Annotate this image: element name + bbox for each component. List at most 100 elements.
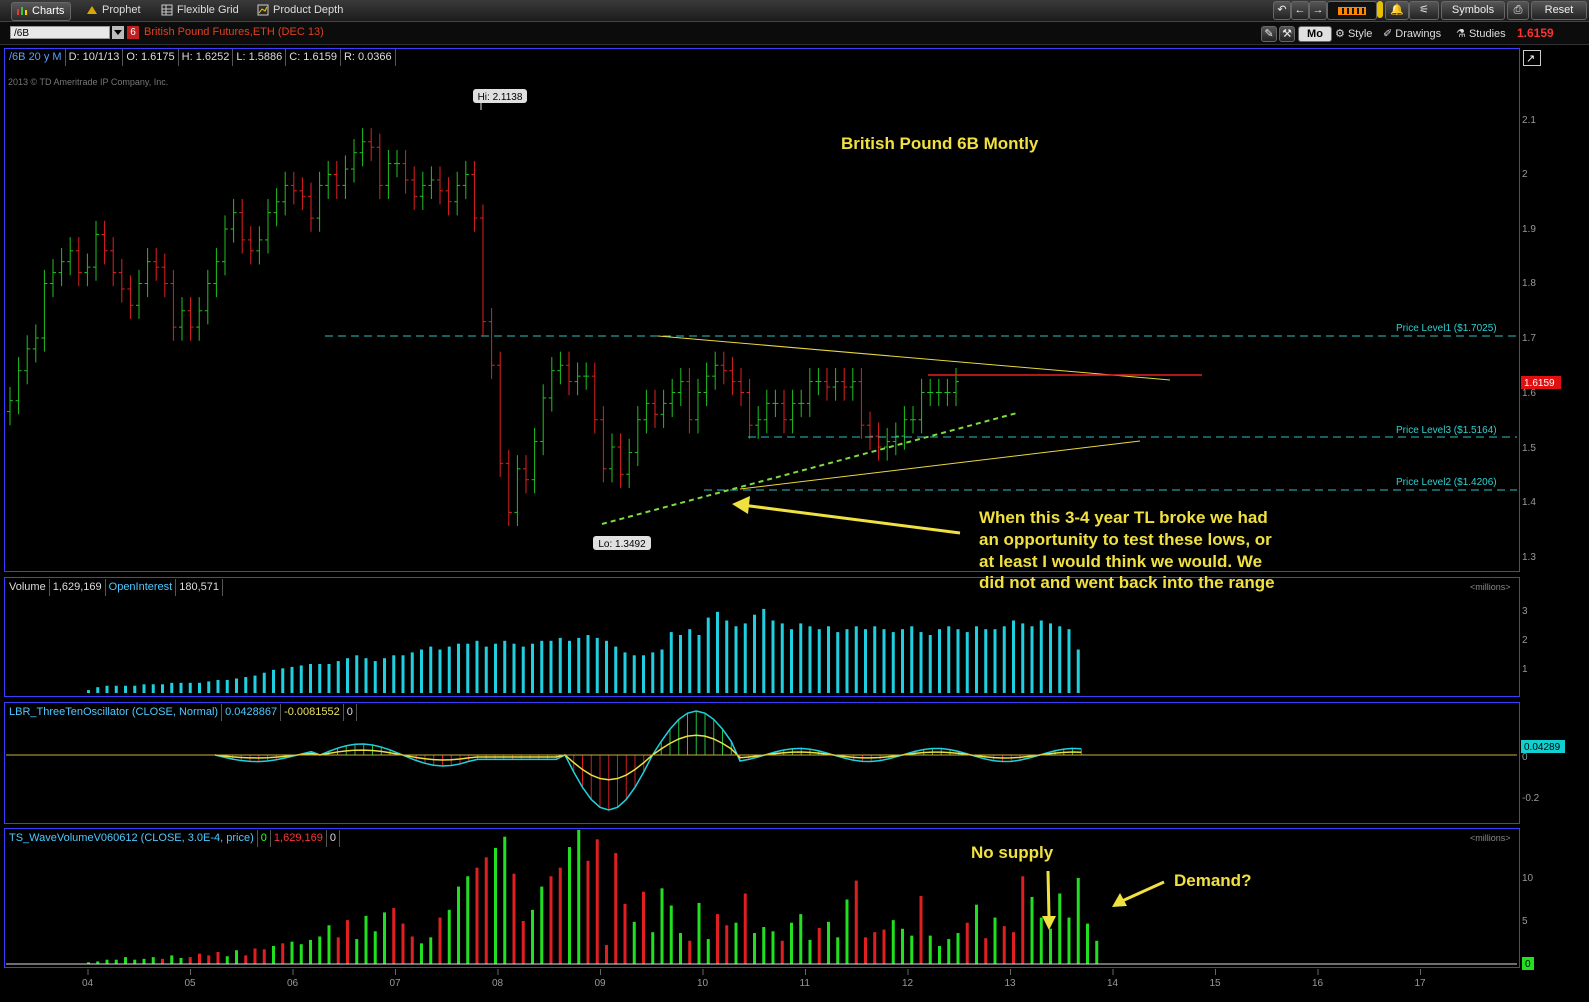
time-tick-label: 09 — [595, 978, 607, 989]
time-tick-label: 04 — [82, 978, 94, 989]
product-depth-icon — [257, 4, 269, 16]
time-tick-label: 08 — [492, 978, 504, 989]
alert-button[interactable]: 🔔 — [1385, 1, 1409, 20]
volume-units: <millions> — [1470, 582, 1511, 592]
time-tick-label: 11 — [800, 978, 811, 989]
reset-button[interactable]: Reset — [1531, 1, 1587, 20]
time-tick-label: 16 — [1312, 978, 1324, 989]
link-group-badge[interactable]: 6 — [127, 26, 139, 39]
wave-tick: 5 — [1522, 916, 1528, 927]
undo-icon: ↶ — [1277, 4, 1287, 16]
wave-tick: 10 — [1522, 873, 1534, 884]
wrench-icon: ⚒ — [1282, 28, 1292, 40]
price-header-high: H: 1.6252 — [179, 49, 234, 66]
drawings-menu[interactable]: ✐ Drawings — [1383, 27, 1441, 40]
time-tick-label: 07 — [390, 978, 402, 989]
wrench-icon: ⚟ — [1419, 4, 1429, 16]
volume-value: 1,629,169 — [50, 579, 106, 596]
style-label: Style — [1347, 28, 1373, 40]
symbol-input[interactable]: /6B — [10, 26, 110, 39]
symbol-description: British Pound Futures,ETH (DEC 13) — [144, 26, 324, 38]
reset-label: Reset — [1544, 4, 1574, 16]
open-interest-value: 180,571 — [176, 579, 223, 596]
flask-icon: ⚗ — [1456, 28, 1466, 40]
wave-units: <millions> — [1470, 833, 1511, 843]
tools-button[interactable]: ⚟ — [1409, 1, 1439, 20]
wave-panel-header: TS_WaveVolumeV060612 (CLOSE, 3.0E-4, pri… — [6, 830, 340, 847]
price-tick: 2.1 — [1522, 115, 1536, 126]
tab-charts[interactable]: Charts — [11, 2, 72, 21]
wave-volume-panel[interactable] — [4, 828, 1520, 968]
draw-tool-button[interactable]: ✎ — [1261, 26, 1277, 42]
price-panel[interactable] — [4, 48, 1520, 572]
oscillator-value-2: -0.0081552 — [281, 704, 344, 721]
open-interest-label: OpenInterest — [106, 579, 177, 596]
pen-icon: ✐ — [1383, 28, 1393, 40]
oscillator-last-tag — [1521, 740, 1565, 753]
layout-dropdown[interactable] — [1377, 1, 1383, 18]
wave-value-2: 1,629,169 — [271, 830, 327, 847]
volume-tick: 1 — [1522, 664, 1528, 675]
symbol-bar: /6B 6 British Pound Futures,ETH (DEC 13)… — [0, 22, 1589, 45]
wave-zero-tag — [1522, 957, 1534, 970]
time-tick-label: 14 — [1107, 978, 1119, 989]
main-toolbar: Charts Prophet Flexible Grid Product Dep… — [0, 0, 1589, 22]
time-tick-label: 05 — [185, 978, 197, 989]
tab-flexible-grid-label: Flexible Grid — [177, 4, 239, 16]
volume-label: Volume — [6, 579, 50, 596]
tab-product-depth-label: Product Depth — [273, 4, 344, 16]
price-tick: 1.8 — [1522, 278, 1536, 289]
aggregation-button[interactable]: Mo — [1298, 26, 1332, 42]
symbols-button[interactable]: Symbols — [1441, 1, 1505, 20]
arrow-right-icon: → — [1312, 4, 1324, 16]
oscillator-label: LBR_ThreeTenOscillator (CLOSE, Normal) — [6, 704, 223, 721]
tab-charts-label: Charts — [32, 5, 65, 17]
price-tick: 1.5 — [1522, 443, 1536, 454]
tab-flexible-grid[interactable]: Flexible Grid — [157, 2, 245, 19]
printer-icon: ⎙ — [1513, 4, 1523, 16]
undo-button[interactable]: ↶ — [1273, 1, 1291, 20]
tab-product-depth[interactable]: Product Depth — [253, 2, 349, 19]
symbols-label: Symbols — [1451, 4, 1495, 16]
price-header-date: D: 10/1/13 — [66, 49, 124, 66]
price-tick: 1.7 — [1522, 333, 1536, 344]
price-header-range: R: 0.0366 — [341, 49, 396, 66]
wave-zero-tag-label: 0 — [1525, 959, 1531, 970]
volume-panel[interactable] — [4, 577, 1520, 697]
back-button[interactable]: ← — [1291, 1, 1309, 20]
layout-selector[interactable] — [1327, 1, 1377, 20]
time-tick-label: 10 — [697, 978, 709, 989]
expand-button[interactable]: ↗ — [1523, 50, 1541, 66]
arrow-left-icon: ← — [1294, 4, 1306, 16]
trend-arrow-icon: ↗ — [1526, 53, 1536, 65]
grid-icon — [161, 4, 173, 16]
price-tick: 1.6 — [1522, 388, 1536, 399]
time-tick-label: 13 — [1005, 978, 1017, 989]
time-axis: 04 05 06 07 08 09 10 11 12 13 14 15 16 17 — [82, 969, 1426, 989]
volume-tick: 3 — [1522, 606, 1528, 617]
prophet-icon — [87, 6, 97, 14]
copyright-text: 2013 © TD Ameritrade IP Company, Inc. — [8, 77, 169, 87]
oscillator-value-3: 0 — [344, 704, 357, 721]
price-tick: 1.4 — [1522, 497, 1536, 508]
print-button[interactable]: ⎙ — [1507, 1, 1529, 20]
symbol-dropdown[interactable] — [112, 26, 124, 39]
last-price: 1.6159 — [1517, 26, 1554, 40]
layout-grid-icon — [1338, 7, 1366, 15]
drawings-label: Drawings — [1395, 28, 1442, 40]
oscillator-panel-header: LBR_ThreeTenOscillator (CLOSE, Normal) 0.… — [6, 704, 357, 721]
tab-prophet[interactable]: Prophet — [82, 2, 147, 19]
price-tick: 1.9 — [1522, 224, 1536, 235]
price-header-low: L: 1.5886 — [233, 49, 287, 66]
settings-button[interactable]: ⚒ — [1279, 26, 1295, 42]
oscillator-tick: 0 — [1522, 752, 1528, 763]
oscillator-tick: -0.2 — [1522, 793, 1540, 804]
forward-button[interactable]: → — [1309, 1, 1327, 20]
oscillator-last-tag-label: 0.04289 — [1524, 742, 1561, 753]
last-price-tag — [1521, 376, 1561, 389]
volume-panel-header: Volume 1,629,169 OpenInterest 180,571 — [6, 579, 223, 596]
style-menu[interactable]: ⚙ Style — [1335, 27, 1372, 40]
time-tick-label: 12 — [902, 978, 914, 989]
studies-menu[interactable]: ⚗ Studies — [1456, 27, 1506, 40]
studies-label: Studies — [1468, 28, 1506, 40]
